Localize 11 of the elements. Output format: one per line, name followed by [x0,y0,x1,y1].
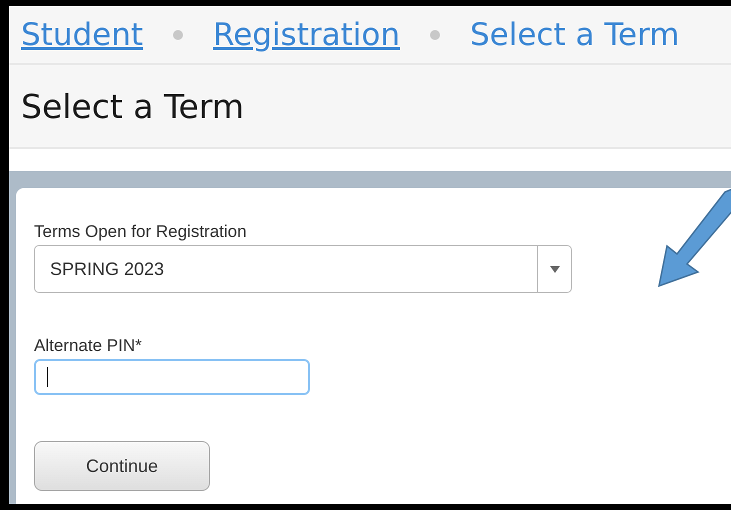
term-dropdown[interactable]: SPRING 2023 [34,245,572,293]
separator-dot-icon [430,30,440,40]
pin-input-field[interactable] [34,359,310,395]
field-label: Terms Open for Registration [34,222,248,242]
continue-button[interactable]: Continue [34,441,210,491]
separator-dot-icon [173,30,184,40]
breadcrumb-link[interactable]: Select a Term [470,16,680,52]
breadcrumb-link[interactable]: Registration [213,16,400,52]
breadcrumb-link[interactable]: Student [21,16,144,52]
field-label: Alternate PIN* [34,336,143,356]
caret-icon [550,266,560,272]
